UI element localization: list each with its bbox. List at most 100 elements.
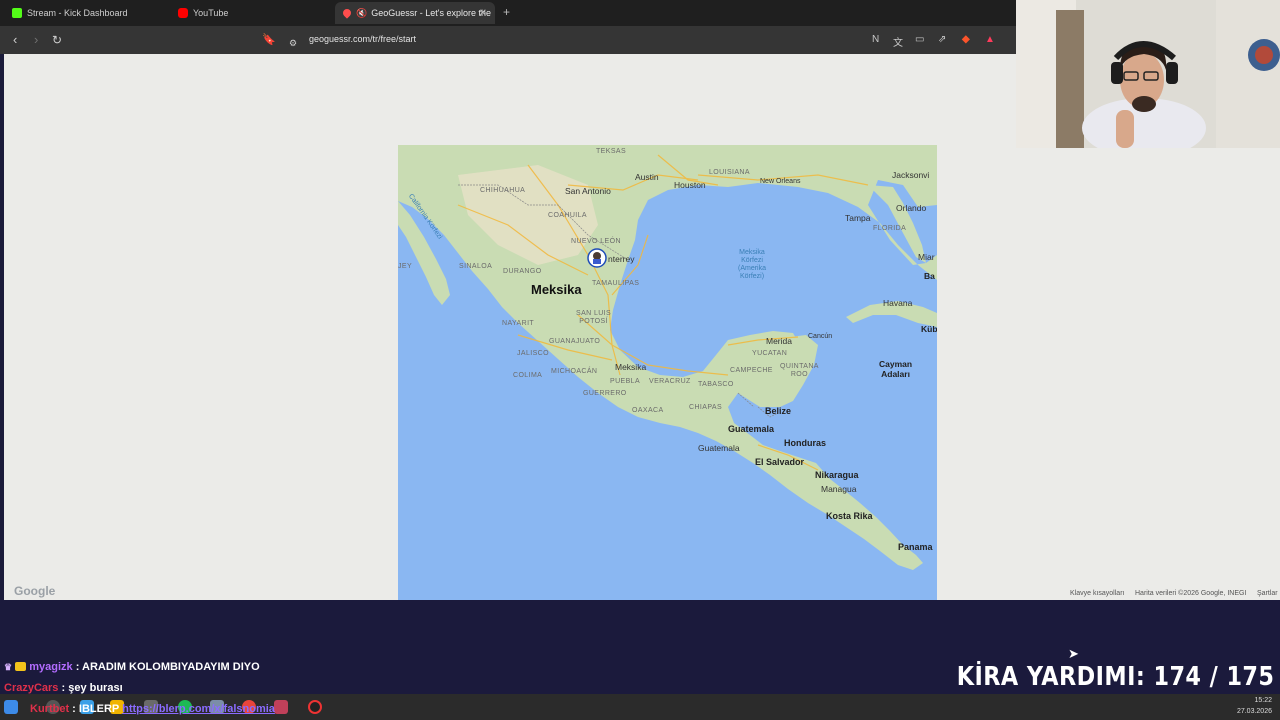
map-label: Managua — [821, 484, 857, 494]
google-logo: Google — [14, 584, 56, 598]
kick-icon — [12, 8, 22, 18]
youtube-icon — [178, 8, 188, 18]
bookmark-icon[interactable]: 🔖 — [262, 32, 276, 48]
map-label: Orlando — [896, 203, 927, 213]
mute-icon[interactable]: 🔇 — [356, 8, 367, 19]
map-label: Meksika — [615, 362, 647, 372]
webcam-image — [1016, 0, 1280, 148]
tab-kick-dashboard[interactable]: Stream - Kick Dashboard — [4, 2, 168, 24]
address-bar[interactable]: geoguessr.com/tr/free/start — [309, 34, 416, 44]
map-label: MICHOACÁN — [551, 368, 598, 375]
extension-icon[interactable]: N — [872, 34, 879, 45]
tab-label: YouTube — [193, 8, 229, 18]
tab-youtube[interactable]: YouTube — [170, 2, 334, 24]
chat-text: : IBLERP — [72, 703, 120, 715]
close-icon[interactable]: ✕ — [479, 8, 487, 19]
new-tab-icon[interactable]: + — [503, 5, 510, 19]
map-label: nterrey — [608, 254, 635, 264]
geoguessr-pin-icon — [341, 7, 353, 19]
map-label: Guatemala — [728, 424, 775, 434]
map-label: SINALOA — [459, 263, 493, 270]
map-label: CAMPECHE — [730, 367, 773, 374]
map-label: Jacksonvi — [892, 170, 930, 180]
map-label: New Orleans — [760, 178, 801, 185]
tab-geoguessr[interactable]: 🔇 GeoGuessr - Let's explore the ✕ — [335, 2, 495, 24]
chat-message: ♛ myagizk : ARADIM KOLOMBIYADAYIM DIYO — [4, 661, 260, 673]
reload-icon[interactable]: ↻ — [52, 32, 62, 48]
start-icon[interactable] — [4, 700, 18, 714]
map-label: JEY — [398, 263, 413, 270]
map-label: CHIHUAHUA — [480, 187, 526, 194]
map-label: NUEVO LEÓN — [571, 238, 621, 245]
terms-link[interactable]: Şartlar — [1257, 590, 1278, 597]
rent-support-counter: KİRA YARDIMI: 174 / 175 — [956, 662, 1274, 692]
keyboard-shortcuts-link[interactable]: Klavye kısayolları — [1070, 590, 1124, 597]
map-label: DURANGO — [503, 268, 542, 275]
chat-message: CrazyCars : şey burası — [4, 682, 123, 694]
chat-link[interactable]: https://blerp.com/x/falsnomia — [122, 703, 275, 715]
brave-shield-icon[interactable]: ◆ — [962, 34, 970, 45]
taskbar-date: 27.03.2026 — [1236, 708, 1272, 715]
map-label: YUCATAN — [752, 350, 788, 357]
map-label: GUERRERO — [583, 390, 627, 397]
brave-rewards-icon[interactable]: ▲ — [985, 34, 995, 45]
forward-icon[interactable]: › — [34, 32, 38, 48]
map-label: OAXACA — [632, 407, 664, 414]
chat-message-overlap: Kurtbet : IBLERP https://blerp.com/x/fal… — [30, 703, 275, 715]
map-label: COAHUILA — [548, 212, 587, 219]
back-icon[interactable]: ‹ — [13, 32, 17, 48]
map-view[interactable]: TEKSAS Austin San Antonio Houston LOUISI… — [398, 145, 937, 600]
map-label: QUINTANA ROO — [780, 363, 819, 378]
map-label: Tampa — [845, 213, 871, 223]
rent-support-value: 174 / 175 — [1153, 662, 1274, 692]
map-label: COLIMA — [513, 372, 543, 379]
translate-icon[interactable]: 文 — [893, 34, 903, 49]
map-label: Austin — [635, 172, 659, 182]
rent-support-label: KİRA YARDIMI: — [956, 662, 1145, 692]
map-label: Ba — [924, 271, 935, 281]
map-label: Guatemala — [698, 443, 740, 453]
site-info-icon[interactable]: ⚙ — [289, 35, 297, 51]
map-label: Miar — [918, 252, 935, 262]
tab-label: Stream - Kick Dashboard — [27, 8, 128, 18]
browser-tab-bar: Stream - Kick Dashboard YouTube 🔇 GeoGue… — [0, 0, 1016, 26]
map-label: JALISCO — [517, 350, 549, 357]
map-label: CHIAPAS — [689, 404, 723, 411]
screen: Stream - Kick Dashboard YouTube 🔇 GeoGue… — [0, 0, 1280, 720]
map-label: TEKSAS — [596, 148, 627, 155]
subscriber-badge-icon — [15, 662, 27, 671]
map-label: TABASCO — [698, 381, 734, 388]
map-label: Havana — [883, 298, 913, 308]
map-label-country-mexico: Meksika — [531, 282, 582, 297]
map-label: LOUISIANA — [709, 169, 750, 176]
map-label: Cayman Adaları — [879, 359, 913, 379]
map-label: VERACRUZ — [649, 378, 691, 385]
cast-icon[interactable]: ▭ — [915, 34, 924, 45]
map-label: Houston — [674, 180, 706, 190]
map-label: Nikaragua — [815, 470, 859, 480]
map-label: GUANAJUATO — [549, 338, 601, 345]
badge-icon: ♛ — [4, 662, 13, 672]
taskbar-time: 15:22 — [1254, 697, 1272, 704]
map-label: PUEBLA — [610, 378, 641, 385]
map-label: El Salvador — [755, 457, 805, 467]
obs-icon[interactable] — [308, 700, 322, 714]
chat-username: CrazyCars — [4, 682, 59, 694]
map-label: Panama — [898, 542, 933, 552]
browser-toolbar: ‹ › ↻ 🔖 ⚙ geoguessr.com/tr/free/start N … — [0, 26, 1016, 54]
map-label: TAMAULIPAS — [592, 280, 640, 287]
map-data-attribution: Harita verileri ©2026 Google, INEGI — [1135, 590, 1247, 597]
map-label: NAYARIT — [502, 320, 535, 327]
map-label: Merida — [766, 336, 792, 346]
chat-text: : ARADIM KOLOMBIYADAYIM DIYO — [75, 661, 260, 673]
mouse-cursor-icon: ➤ — [1068, 646, 1079, 661]
chat-username: Kurtbet — [30, 703, 70, 715]
share-icon[interactable]: ⇗ — [938, 34, 946, 45]
app-icon[interactable] — [274, 700, 288, 714]
map-label: FLORIDA — [873, 225, 907, 232]
tab-label: GeoGuessr - Let's explore the — [371, 8, 491, 18]
webcam-feed — [1016, 0, 1280, 148]
map-label-gulf: Meksika Körfezi (Amerika Körfezi) — [738, 249, 767, 280]
chat-text: : şey burası — [61, 682, 123, 694]
map-label: Küb — [921, 324, 937, 334]
